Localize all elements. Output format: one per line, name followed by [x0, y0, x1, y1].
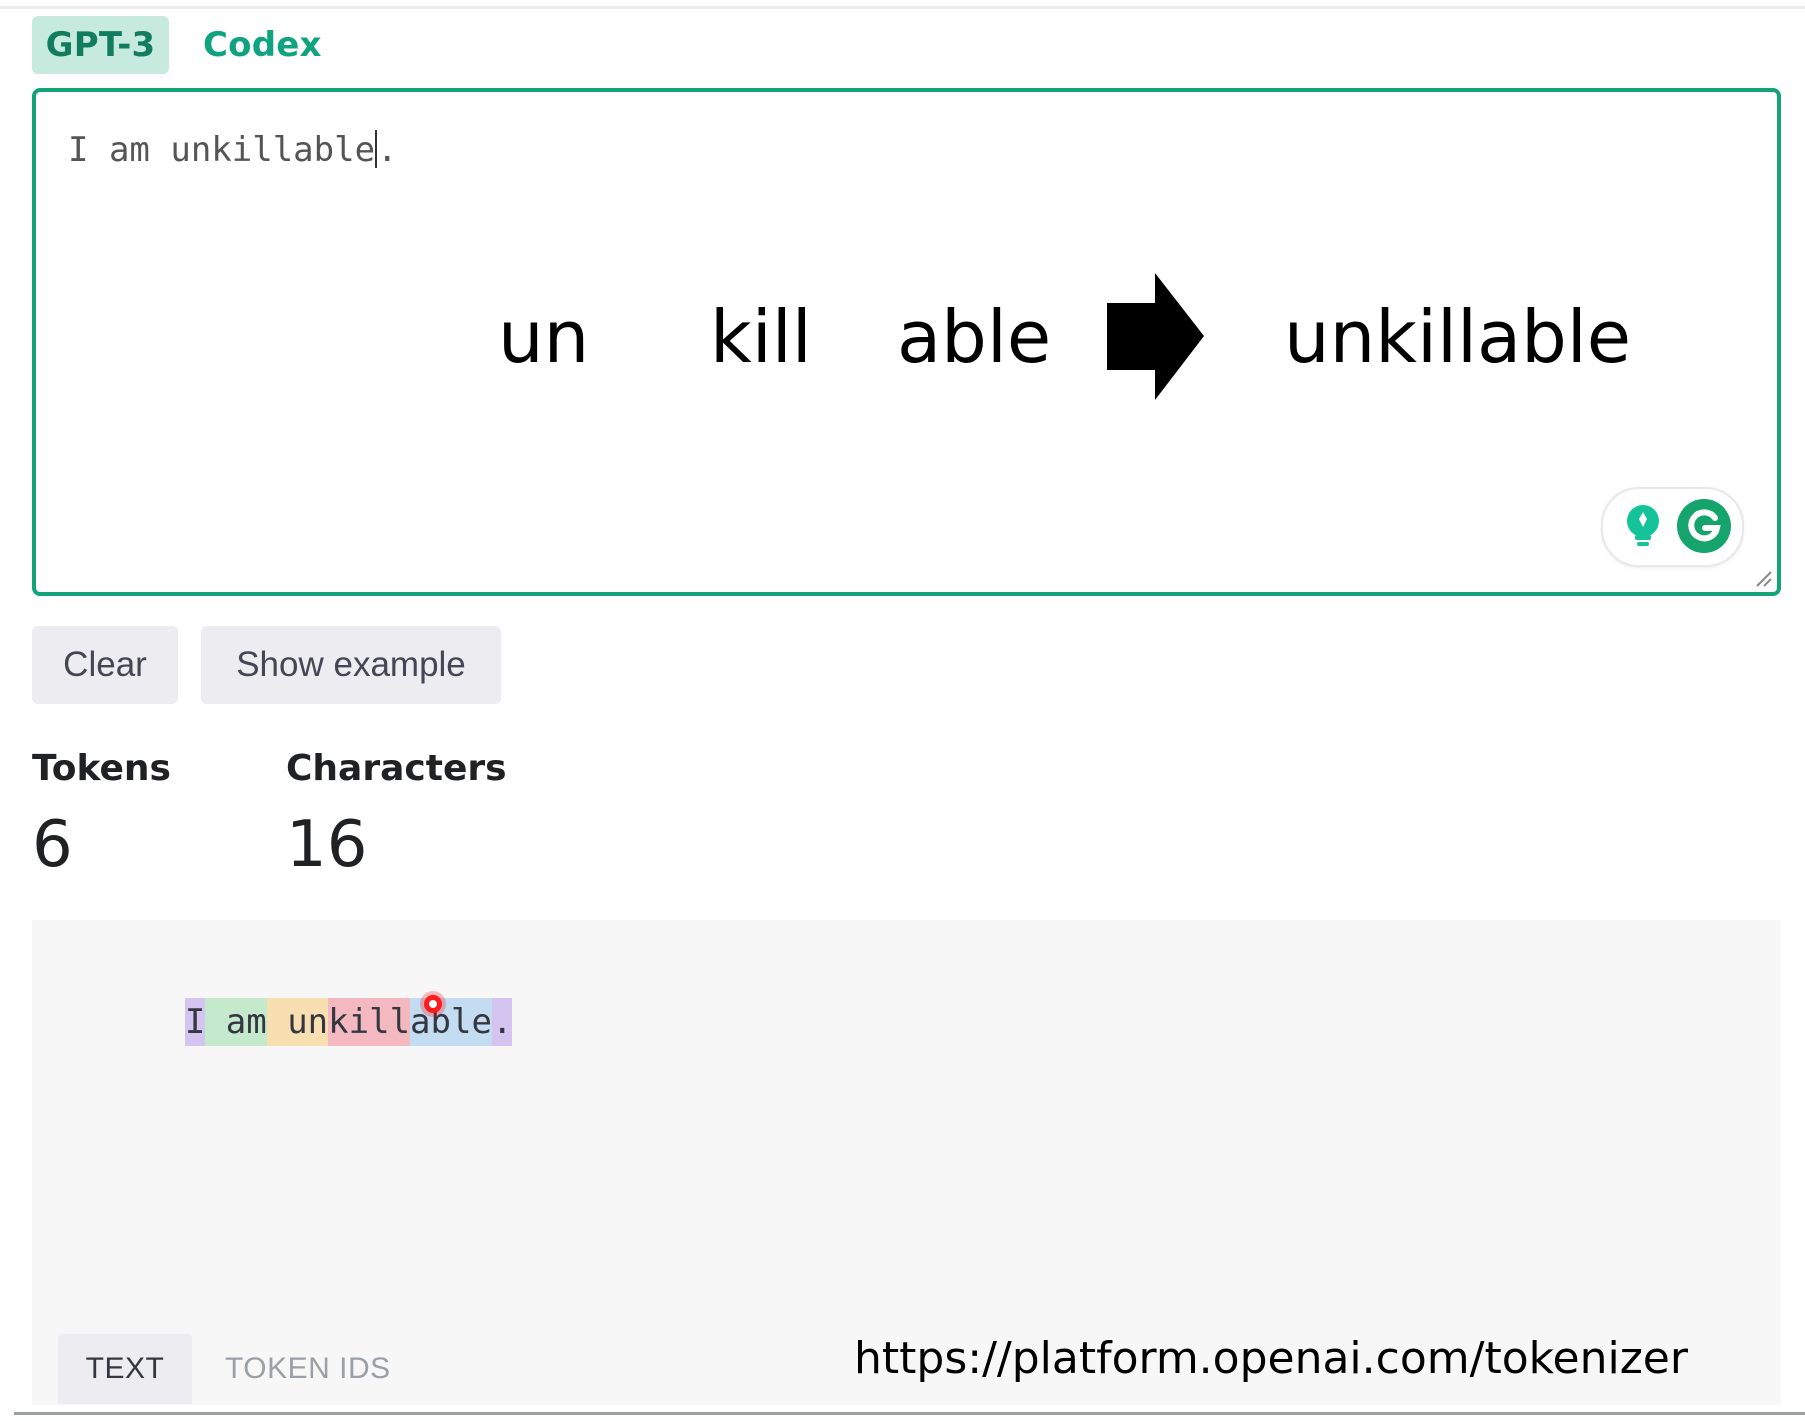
characters-count: 16	[286, 808, 368, 882]
overlay-result: unkillable	[1284, 295, 1632, 379]
tab-codex[interactable]: Codex	[203, 16, 322, 74]
editor-text-before-caret: I am unkillable	[68, 130, 376, 170]
bottom-divider	[14, 1412, 1805, 1415]
token: .	[491, 998, 513, 1046]
top-divider	[0, 6, 1805, 9]
tokens-count: 6	[32, 808, 73, 882]
token: un	[266, 998, 329, 1046]
resize-handle-icon[interactable]	[1751, 566, 1773, 588]
editor-text-after-caret: .	[377, 130, 398, 170]
show-example-button[interactable]: Show example	[201, 626, 501, 704]
token: kill	[328, 998, 411, 1046]
arrow-right-icon	[1107, 273, 1204, 400]
source-url: https://platform.openai.com/tokenizer	[854, 1333, 1688, 1384]
mouse-pointer-icon	[420, 991, 446, 1017]
tab-token-ids[interactable]: TOKEN IDS	[225, 1334, 391, 1404]
overlay-part-able: able	[897, 295, 1052, 379]
tokenizer-page: GPT-3 Codex I am unkillable. un kill abl…	[0, 0, 1805, 1421]
token: am	[205, 998, 267, 1046]
characters-label: Characters	[286, 748, 507, 789]
token: I	[184, 998, 206, 1046]
overlay-part-un: un	[498, 295, 590, 379]
tokenized-text: I am unkillable.	[62, 950, 513, 1094]
lightbulb-icon[interactable]	[1621, 503, 1665, 551]
writing-assistant-widget[interactable]	[1601, 487, 1744, 567]
clear-button[interactable]: Clear	[32, 626, 178, 704]
grammarly-icon[interactable]	[1676, 498, 1732, 554]
tab-text[interactable]: TEXT	[58, 1334, 192, 1404]
tokens-label: Tokens	[32, 748, 171, 789]
editor-content: I am unkillable.	[68, 130, 398, 170]
overlay-part-kill: kill	[710, 295, 812, 379]
tab-gpt3[interactable]: GPT-3	[32, 16, 169, 74]
